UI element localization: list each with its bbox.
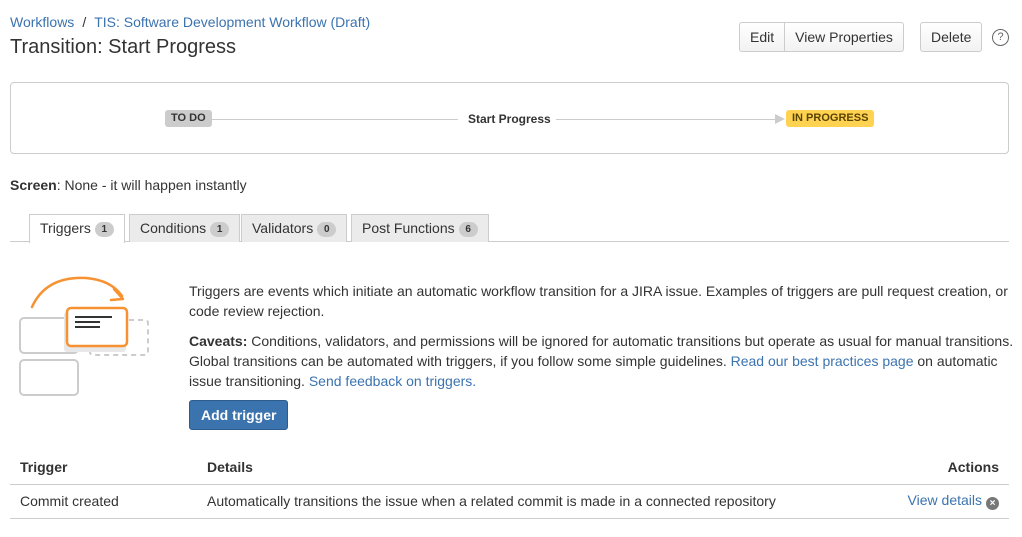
tab-bar: Triggers 1 Conditions 1 Validators 0 Post F… xyxy=(10,214,1009,243)
view-details-link[interactable]: View details xyxy=(908,492,982,508)
diagram-line xyxy=(556,119,776,120)
header-button-group: Edit View Properties xyxy=(739,22,904,52)
tab-label: Validators xyxy=(252,220,314,236)
breadcrumb-separator: / xyxy=(82,14,87,30)
trigger-details-cell: Automatically transitions the issue when… xyxy=(197,484,880,519)
screen-label: Screen xyxy=(10,177,57,193)
count-badge: 6 xyxy=(458,222,478,237)
delete-button[interactable]: Delete xyxy=(920,22,983,52)
page-title: Transition: Start Progress xyxy=(10,36,237,58)
diagram-line xyxy=(212,119,458,120)
triggers-illustration-icon xyxy=(19,276,149,396)
edit-button[interactable]: Edit xyxy=(739,22,786,52)
add-trigger-button[interactable]: Add trigger xyxy=(189,400,289,430)
breadcrumb: Workflows / TIS: Software Development Work… xyxy=(10,14,370,30)
to-status-lozenge: IN PROGRESS xyxy=(786,110,875,127)
best-practices-link[interactable]: Read our best practices page xyxy=(731,353,914,369)
view-properties-button[interactable]: View Properties xyxy=(785,22,904,52)
screen-value: : None - it will happen instantly xyxy=(56,177,247,193)
transition-diagram: TO DO Start Progress IN PROGRESS xyxy=(10,82,1009,154)
column-header-details: Details xyxy=(197,452,880,485)
tab-label: Triggers xyxy=(40,220,91,236)
help-icon[interactable]: ? xyxy=(992,29,1009,46)
triggers-table: Trigger Details Actions Commit created A… xyxy=(10,452,1009,519)
send-feedback-link[interactable]: Send feedback on triggers. xyxy=(309,373,476,389)
transition-name: Start Progress xyxy=(468,112,551,126)
tab-conditions[interactable]: Conditions 1 xyxy=(129,214,241,242)
from-status-lozenge: TO DO xyxy=(165,110,212,127)
tab-triggers[interactable]: Triggers 1 xyxy=(29,214,125,243)
tab-validators[interactable]: Validators 0 xyxy=(241,214,348,242)
breadcrumb-workflow-link[interactable]: TIS: Software Development Workflow (Draf… xyxy=(94,14,370,30)
screen-info: Screen: None - it will happen instantly xyxy=(10,177,247,193)
count-badge: 0 xyxy=(317,222,337,237)
tab-label: Post Functions xyxy=(362,220,455,236)
triggers-description: Triggers are events which initiate an au… xyxy=(189,283,1008,319)
column-header-trigger: Trigger xyxy=(10,452,197,485)
trigger-actions-cell: View details × xyxy=(879,484,1009,519)
breadcrumb-workflows-link[interactable]: Workflows xyxy=(10,14,74,30)
tab-post-functions[interactable]: Post Functions 6 xyxy=(351,214,489,242)
table-row: Commit created Automatically transitions… xyxy=(10,484,1009,519)
tab-label: Conditions xyxy=(140,220,207,236)
caveats-label: Caveats: xyxy=(189,333,248,349)
caveats-paragraph: Caveats: Conditions, validators, and per… xyxy=(189,331,1014,391)
count-badge: 1 xyxy=(94,222,114,237)
remove-icon[interactable]: × xyxy=(986,497,999,510)
arrow-right-icon xyxy=(775,114,785,124)
trigger-name-cell: Commit created xyxy=(10,484,197,519)
table-header-row: Trigger Details Actions xyxy=(10,452,1009,485)
count-badge: 1 xyxy=(210,222,230,237)
column-header-actions: Actions xyxy=(879,452,1009,485)
